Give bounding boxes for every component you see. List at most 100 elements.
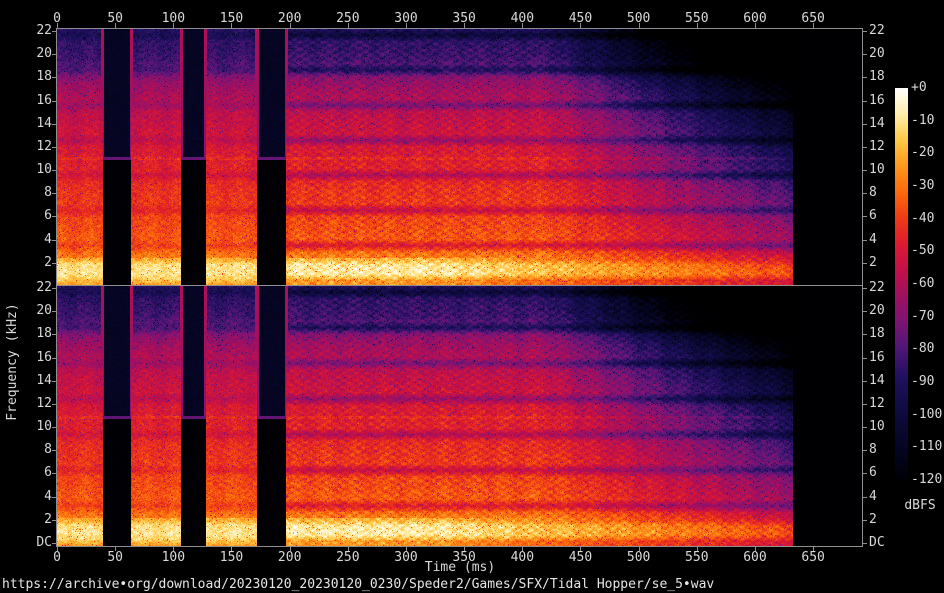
colorbar-tick-label: -60 xyxy=(911,277,934,291)
colorbar-tick-label: -50 xyxy=(911,244,934,258)
colorbar-gradient xyxy=(895,88,908,480)
freq-tick-label: 2 xyxy=(12,513,52,527)
spectrogram-channel-right xyxy=(57,286,862,546)
time-tick-label: 50 xyxy=(107,551,123,565)
freq-tick-mark xyxy=(862,263,867,264)
colorbar-tick-label: -30 xyxy=(911,179,934,193)
colorbar-tick-label: +0 xyxy=(911,81,927,95)
freq-tick-mark xyxy=(862,543,867,544)
freq-tick-label: 20 xyxy=(869,304,885,318)
time-tick-label: 150 xyxy=(220,551,243,565)
freq-tick-label: 6 xyxy=(869,466,877,480)
freq-tick-mark xyxy=(52,147,57,148)
time-tick-label: 650 xyxy=(801,551,824,565)
freq-tick-mark xyxy=(52,381,57,382)
freq-tick-mark xyxy=(862,497,867,498)
freq-tick-mark xyxy=(52,77,57,78)
freq-tick-mark xyxy=(862,404,867,405)
freq-tick-mark xyxy=(52,404,57,405)
freq-tick-label: 20 xyxy=(869,47,885,61)
freq-tick-label: 6 xyxy=(12,209,52,223)
freq-tick-mark xyxy=(52,101,57,102)
file-url-text: https://archive•org/download/20230120_20… xyxy=(2,577,714,592)
freq-tick-label: 4 xyxy=(869,233,877,247)
freq-tick-mark xyxy=(52,543,57,544)
freq-tick-mark xyxy=(52,216,57,217)
freq-tick-label: 18 xyxy=(869,327,885,341)
freq-tick-mark xyxy=(862,381,867,382)
freq-tick-mark xyxy=(52,520,57,521)
colorbar-unit-label: dBFS xyxy=(897,498,943,513)
spectrogram-window: 050100150200250300350400450500550600650 … xyxy=(0,0,944,593)
colorbar-tick-label: -10 xyxy=(911,114,934,128)
freq-tick-label: 18 xyxy=(12,70,52,84)
freq-tick-mark xyxy=(52,240,57,241)
freq-tick-mark xyxy=(862,427,867,428)
time-tick-label: 100 xyxy=(162,12,185,26)
colorbar-tick-label: -20 xyxy=(911,146,934,160)
time-tick-label: 100 xyxy=(162,551,185,565)
freq-tick-label: DC xyxy=(12,536,52,550)
time-tick-label: 50 xyxy=(107,12,123,26)
time-tick-label: 350 xyxy=(452,12,475,26)
freq-tick-label: 4 xyxy=(869,490,877,504)
time-tick-label: 300 xyxy=(394,12,417,26)
freq-tick-label: 10 xyxy=(869,163,885,177)
freq-tick-mark xyxy=(862,193,867,194)
freq-tick-label: 14 xyxy=(12,117,52,131)
freq-tick-mark xyxy=(52,263,57,264)
time-tick-label: 450 xyxy=(569,12,592,26)
freq-tick-label: 22 xyxy=(869,24,885,38)
time-tick-label: 600 xyxy=(743,551,766,565)
freq-tick-label: 6 xyxy=(869,209,877,223)
freq-tick-label: DC xyxy=(869,536,885,550)
freq-tick-label: 18 xyxy=(869,70,885,84)
time-axis-title: Time (ms) xyxy=(398,560,522,575)
freq-tick-mark xyxy=(862,54,867,55)
freq-tick-label: 16 xyxy=(869,351,885,365)
colorbar-tick-label: -100 xyxy=(911,408,942,422)
time-tick-label: 0 xyxy=(53,12,61,26)
time-tick-label: 250 xyxy=(336,551,359,565)
time-tick-label: 650 xyxy=(801,12,824,26)
freq-axis-title: Frequency (kHz) xyxy=(5,252,21,472)
freq-tick-label: 12 xyxy=(869,397,885,411)
colorbar-tick-label: -70 xyxy=(911,310,934,324)
freq-tick-mark xyxy=(862,520,867,521)
freq-tick-mark xyxy=(52,334,57,335)
freq-tick-mark xyxy=(862,450,867,451)
freq-tick-label: 12 xyxy=(12,140,52,154)
freq-tick-label: 2 xyxy=(869,513,877,527)
freq-tick-mark xyxy=(52,358,57,359)
time-tick-label: 200 xyxy=(278,551,301,565)
channel-divider xyxy=(57,285,862,286)
freq-tick-mark xyxy=(862,170,867,171)
freq-tick-mark xyxy=(862,101,867,102)
freq-tick-mark xyxy=(52,124,57,125)
freq-tick-mark xyxy=(862,358,867,359)
freq-tick-mark xyxy=(862,473,867,474)
colorbar-tick-label: -90 xyxy=(911,375,934,389)
freq-tick-mark xyxy=(52,450,57,451)
freq-tick-mark xyxy=(52,497,57,498)
time-tick-label: 200 xyxy=(278,12,301,26)
freq-tick-label: 2 xyxy=(869,256,877,270)
freq-tick-label: 22 xyxy=(869,281,885,295)
freq-tick-label: 14 xyxy=(869,117,885,131)
freq-tick-mark xyxy=(52,31,57,32)
time-tick-label: 450 xyxy=(569,551,592,565)
freq-tick-mark xyxy=(862,334,867,335)
freq-tick-mark xyxy=(862,311,867,312)
freq-tick-label: 4 xyxy=(12,233,52,247)
freq-tick-mark xyxy=(862,31,867,32)
time-tick-label: 0 xyxy=(53,551,61,565)
freq-tick-mark xyxy=(862,77,867,78)
freq-tick-label: 8 xyxy=(869,186,877,200)
freq-tick-mark xyxy=(52,193,57,194)
freq-tick-mark xyxy=(862,216,867,217)
colorbar-tick-label: -110 xyxy=(911,440,942,454)
time-tick-label: 550 xyxy=(685,551,708,565)
freq-tick-label: 10 xyxy=(869,420,885,434)
freq-tick-label: 14 xyxy=(869,374,885,388)
freq-tick-mark xyxy=(862,240,867,241)
